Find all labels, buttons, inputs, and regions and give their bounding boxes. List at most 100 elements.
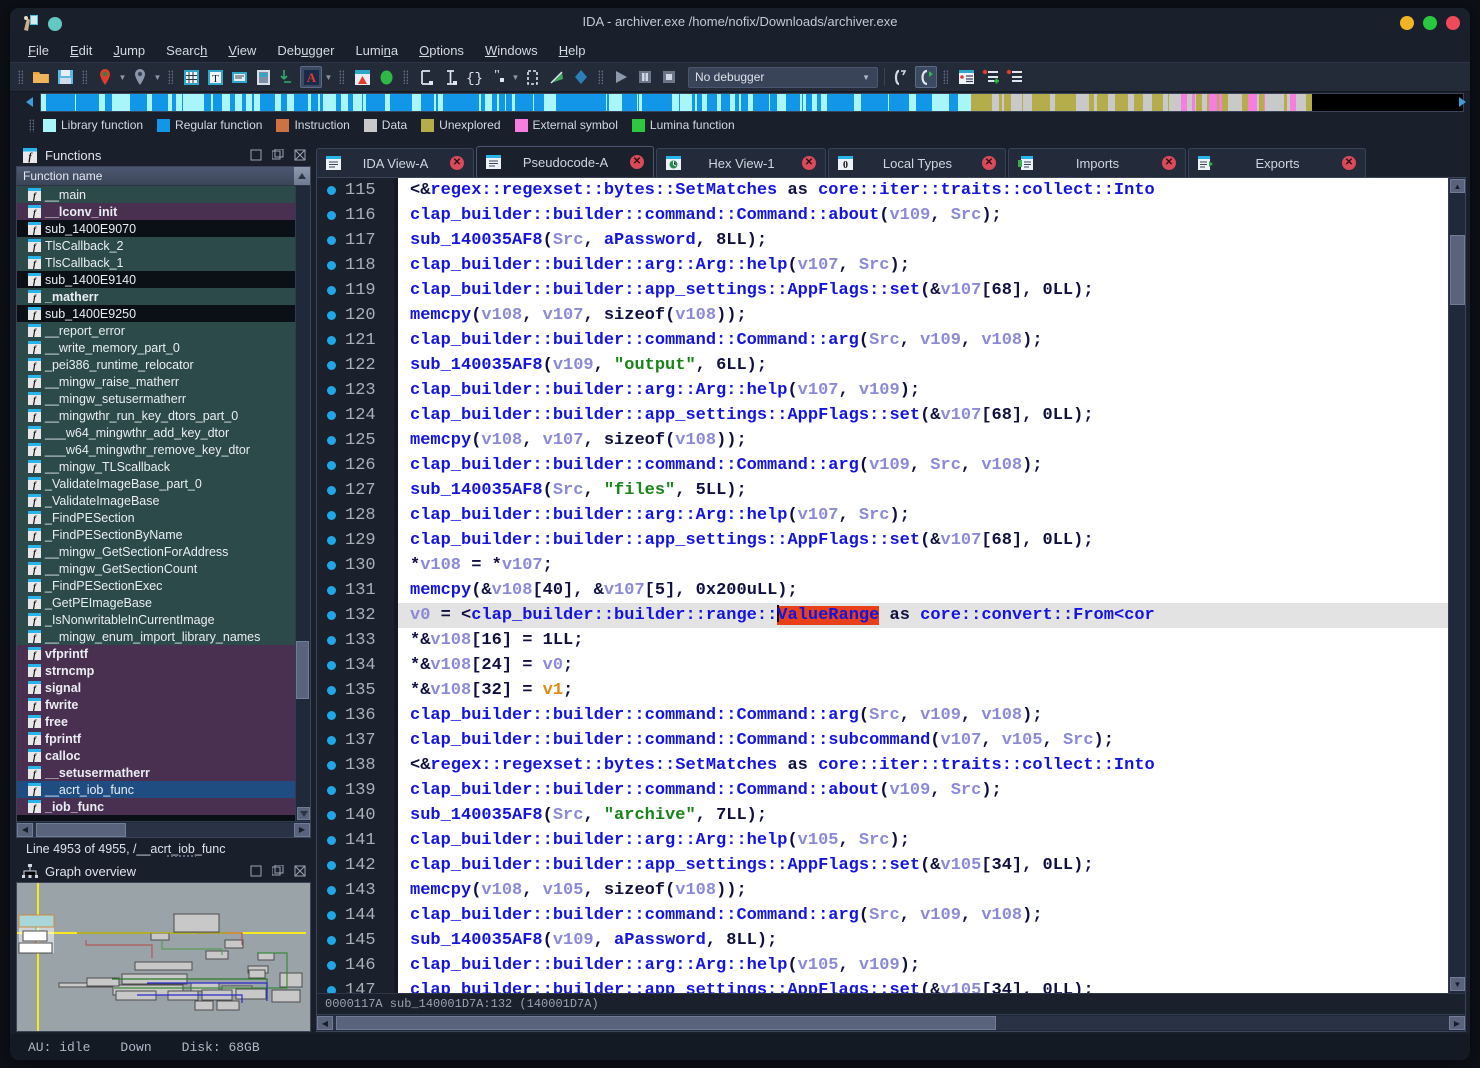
data-icon[interactable] (439, 66, 461, 88)
resize-dots[interactable] (166, 854, 196, 858)
restore-icon[interactable] (248, 148, 263, 163)
code-line[interactable]: clap_builder::builder::app_settings::App… (398, 978, 1448, 993)
list-item[interactable]: f ___w64_mingwthr_add_key_dtor (17, 424, 310, 441)
code-line[interactable]: sub_140035AF8(v109, aPassword, 8LL); (398, 928, 1448, 953)
list-item[interactable]: f _ValidateImageBase_part_0 (17, 475, 310, 492)
functions-hscroll-track[interactable] (33, 822, 294, 837)
list-item[interactable]: f sub_1400E9070 (17, 220, 310, 237)
stop-icon[interactable] (658, 66, 680, 88)
code-line[interactable]: clap_builder::builder::app_settings::App… (398, 278, 1448, 303)
gutter-row[interactable]: 139 (317, 778, 394, 803)
breakpoint-dot-icon[interactable] (327, 336, 336, 345)
text-mode-dropdown-icon[interactable]: ▼ (324, 66, 333, 88)
gutter-row[interactable]: 133 (317, 628, 394, 653)
menu-item-help[interactable]: Help (559, 43, 586, 58)
code-line[interactable]: sub_140035AF8(Src, "archive", 7LL); (398, 803, 1448, 828)
code-vertical-scrollbar[interactable]: ▲ ▼ (1448, 178, 1465, 993)
code-line[interactable]: <&regex::regexset::bytes::SetMatches as … (398, 178, 1448, 203)
tab-pseudocode-a[interactable]: Pseudocode-A ✕ (476, 146, 654, 177)
list-item[interactable]: f __mingwthr_run_key_dtors_part_0 (17, 407, 310, 424)
breakpoint-dot-icon[interactable] (327, 511, 336, 520)
code-line[interactable]: clap_builder::builder::arg::Arg::help(v1… (398, 253, 1448, 278)
menu-item-search[interactable]: Search (166, 43, 207, 58)
breakpoint-dot-icon[interactable] (327, 461, 336, 470)
menu-item-debugger[interactable]: Debugger (277, 43, 334, 58)
code-line[interactable]: memcpy(v108, v107, sizeof(v108)); (398, 303, 1448, 328)
bookmark-red-dropdown-icon[interactable]: ▼ (118, 66, 127, 88)
functions-horizontal-scrollbar[interactable]: ◀ ▶ (17, 821, 310, 837)
list-item[interactable]: f _FindPESectionByName (17, 526, 310, 543)
menu-item-lumina[interactable]: Lumina (355, 43, 398, 58)
breakpoint-dot-icon[interactable] (327, 711, 336, 720)
breakpoint-dot-icon[interactable] (327, 886, 336, 895)
list-item[interactable]: f _FindPESection (17, 509, 310, 526)
gutter-row[interactable]: 130 (317, 553, 394, 578)
functions-column-header[interactable]: Function name (17, 167, 310, 186)
breakpoint-dot-icon[interactable] (327, 411, 336, 420)
toolbar-grip-6[interactable] (597, 68, 605, 86)
breakpoint-dot-icon[interactable] (327, 486, 336, 495)
toolbar-grip-3[interactable] (167, 68, 175, 86)
proximity-icon[interactable] (375, 66, 397, 88)
gutter-row[interactable]: 119 (317, 278, 394, 303)
gutter-row[interactable]: 134 (317, 653, 394, 678)
breakpoint-dot-icon[interactable] (327, 611, 336, 620)
code-line[interactable]: memcpy(v108, v105, sizeof(v108)); (398, 878, 1448, 903)
window-controls[interactable] (1400, 16, 1460, 30)
code-line[interactable]: clap_builder::builder::arg::Arg::help(v1… (398, 503, 1448, 528)
minimize-button[interactable] (1400, 16, 1414, 30)
code-line[interactable]: clap_builder::builder::command::Command:… (398, 728, 1448, 753)
list-item[interactable]: f __main (17, 186, 310, 203)
breakpoint-dot-icon[interactable] (327, 586, 336, 595)
code-line[interactable]: *v108 = *v107; (398, 553, 1448, 578)
breakpoint-dot-icon[interactable] (327, 836, 336, 845)
close-button[interactable] (1446, 16, 1460, 30)
code-line[interactable]: clap_builder::builder::command::Command:… (398, 778, 1448, 803)
gutter-row[interactable]: 147 (317, 978, 394, 993)
code-line[interactable]: clap_builder::builder::command::Command:… (398, 203, 1448, 228)
list-item[interactable]: f strncmp (17, 662, 310, 679)
list-item[interactable]: f __lconv_init (17, 203, 310, 220)
list-item[interactable]: f __mingw_GetSectionForAddress (17, 543, 310, 560)
string-dropdown-icon[interactable]: ▼ (511, 66, 520, 88)
code-line[interactable]: clap_builder::builder::command::Command:… (398, 903, 1448, 928)
gutter-row[interactable]: 125 (317, 428, 394, 453)
list-item[interactable]: f __mingw_TLScallback (17, 458, 310, 475)
list-item[interactable]: f vfprintf (17, 645, 310, 662)
code-hscroll-thumb[interactable] (336, 1016, 996, 1030)
scroll-left-icon[interactable]: ◀ (17, 822, 33, 837)
jump-down-icon[interactable] (276, 66, 298, 88)
list-item[interactable]: f __mingw_raise_matherr (17, 373, 310, 390)
code-line[interactable]: sub_140035AF8(Src, aPassword, 8LL); (398, 228, 1448, 253)
gutter-row[interactable]: 146 (317, 953, 394, 978)
breakpoint-dot-icon[interactable] (327, 211, 336, 220)
breakpoint-dot-icon[interactable] (327, 786, 336, 795)
segments-icon[interactable] (252, 66, 274, 88)
remove-entry-icon[interactable] (1003, 66, 1025, 88)
code-line[interactable]: clap_builder::builder::app_settings::App… (398, 403, 1448, 428)
breakpoint-dot-icon[interactable] (327, 661, 336, 670)
menu-item-file[interactable]: File (28, 43, 49, 58)
scroll-up-icon[interactable] (294, 167, 310, 185)
gutter-row[interactable]: 115 (317, 178, 394, 203)
list-item[interactable]: f _ValidateImageBase (17, 492, 310, 509)
breakpoint-dot-icon[interactable] (327, 361, 336, 370)
list-item[interactable]: f __write_memory_part_0 (17, 339, 310, 356)
tab-close-icon[interactable]: ✕ (1162, 156, 1176, 170)
list-item[interactable]: f fprintf (17, 730, 310, 747)
list-item[interactable]: f _GetPEImageBase (17, 594, 310, 611)
bookmark-gray-dropdown-icon[interactable]: ▼ (153, 66, 162, 88)
breakpoint-dot-icon[interactable] (327, 436, 336, 445)
toolbar-grip-2[interactable] (81, 68, 89, 86)
code-line[interactable]: *&v108[16] = 1LL; (398, 628, 1448, 653)
tab-local-types[interactable]: 0 Local Types ✕ (828, 148, 1006, 177)
scroll-right-icon[interactable]: ▶ (294, 822, 310, 837)
code-line[interactable]: clap_builder::builder::arg::Arg::help(v1… (398, 953, 1448, 978)
gutter-row[interactable]: 145 (317, 928, 394, 953)
breakpoint-dot-icon[interactable] (327, 911, 336, 920)
run-icon[interactable] (610, 66, 632, 88)
breakpoint-dot-icon[interactable] (327, 986, 336, 993)
code-line[interactable]: clap_builder::builder::app_settings::App… (398, 528, 1448, 553)
list-item[interactable]: f _pei386_runtime_relocator (17, 356, 310, 373)
enum-icon[interactable]: T (204, 66, 226, 88)
